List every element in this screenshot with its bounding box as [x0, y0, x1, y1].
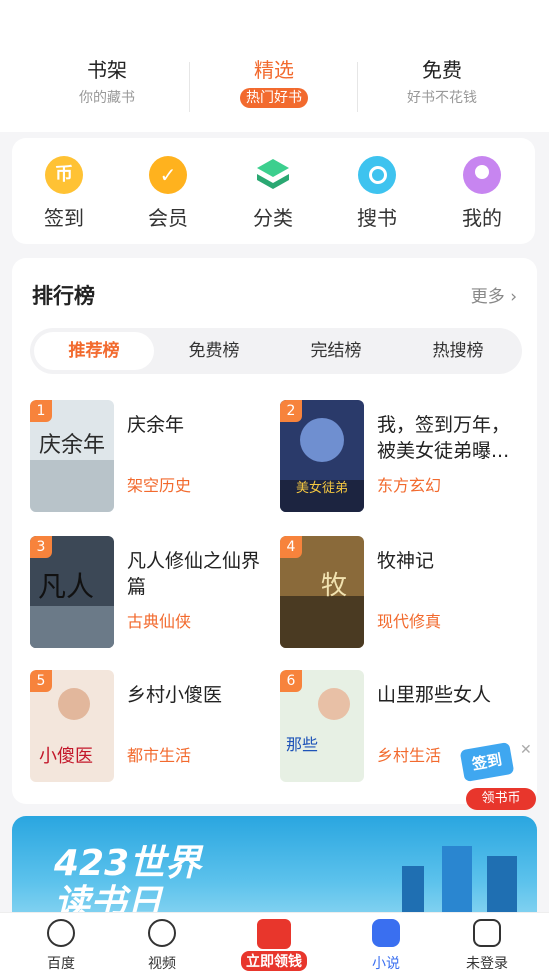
tab-featured[interactable]: 精选 热门好书 — [194, 56, 354, 108]
vip-icon — [149, 156, 187, 194]
tab-recommend[interactable]: 推荐榜 — [34, 332, 154, 370]
quick-nav-profile[interactable]: 我的 — [442, 156, 522, 231]
quick-nav-label: 签到 — [44, 206, 84, 230]
chevron-right-icon: › — [510, 287, 517, 307]
coin-icon — [45, 156, 83, 194]
tab-free-title: 免费 — [422, 58, 462, 82]
book-item[interactable]: 庆余年 1 庆余年 架空历史 — [30, 400, 270, 512]
nav-label: 未登录 — [466, 956, 508, 972]
nav-novel[interactable]: 小说 — [346, 919, 426, 973]
book-title: 山里那些女人 — [377, 684, 492, 706]
svg-text:美女徒弟: 美女徒弟 — [296, 480, 348, 496]
quick-nav-signin[interactable]: 签到 — [24, 156, 104, 231]
book-cover: 牧 4 — [280, 536, 364, 648]
tab-free[interactable]: 免费 好书不花钱 — [362, 56, 522, 108]
svg-text:凡人: 凡人 — [38, 570, 94, 603]
svg-text:牧: 牧 — [321, 571, 347, 601]
tab-free-rank[interactable]: 免费榜 — [154, 332, 274, 370]
red-envelope-icon — [257, 919, 291, 949]
rank-badge: 5 — [30, 670, 52, 692]
quick-nav-card: 签到 会员 分类 搜书 我的 — [12, 138, 535, 244]
book-cover: 小傻医 5 — [30, 670, 114, 782]
book-genre: 东方玄幻 — [377, 476, 442, 495]
nav-earn-money[interactable]: 立即领钱 — [234, 919, 314, 971]
tab-bookshelf[interactable]: 书架 你的藏书 — [27, 56, 187, 108]
tab-featured-subtitle: 热门好书 — [240, 88, 308, 108]
svg-text:庆余年: 庆余年 — [39, 433, 105, 458]
quick-nav-category[interactable]: 分类 — [233, 156, 313, 231]
close-icon[interactable]: ✕ — [520, 742, 532, 758]
promo-banner[interactable]: 423世界 读书日 — [12, 816, 537, 926]
nav-label: 小说 — [372, 956, 400, 972]
quick-nav-search[interactable]: 搜书 — [337, 156, 417, 231]
book-genre: 古典仙侠 — [127, 612, 192, 631]
profile-icon — [463, 156, 501, 194]
category-icon — [254, 156, 292, 194]
tab-featured-title: 精选 — [254, 58, 294, 82]
ranking-tabs: 推荐榜 免费榜 完结榜 热搜榜 — [30, 328, 522, 374]
baidu-icon — [47, 919, 75, 947]
nav-baidu[interactable]: 百度 — [21, 919, 101, 973]
banner-line1: 423世界 — [54, 843, 202, 884]
svg-text:那些: 那些 — [286, 735, 318, 754]
book-item[interactable]: 美女徒弟 2 我，签到万年，被美女徒弟曝... 东方玄幻 — [280, 400, 520, 512]
tab-divider — [357, 62, 358, 112]
nav-login[interactable]: 未登录 — [447, 919, 527, 973]
rank-badge: 6 — [280, 670, 302, 692]
ranking-more-link[interactable]: 更多 › — [471, 282, 517, 307]
book-genre: 都市生活 — [127, 746, 192, 765]
book-title: 乡村小傻医 — [127, 684, 223, 706]
play-icon — [148, 919, 176, 947]
tab-bookshelf-subtitle: 你的藏书 — [79, 90, 135, 106]
book-genre: 现代修真 — [377, 612, 442, 631]
nav-label: 百度 — [47, 956, 75, 972]
rank-badge: 1 — [30, 400, 52, 422]
book-genre: 乡村生活 — [377, 746, 442, 765]
book-title: 庆余年 — [127, 414, 185, 436]
top-tab-bar: 书架 你的藏书 精选 热门好书 免费 好书不花钱 — [0, 0, 549, 132]
ranking-more-label: 更多 — [470, 287, 505, 307]
quick-nav-vip[interactable]: 会员 — [128, 156, 208, 231]
coin-label: 领书币 — [466, 788, 536, 810]
quick-nav-label: 分类 — [253, 206, 293, 230]
nav-video[interactable]: 视频 — [122, 919, 202, 973]
book-item[interactable]: 小傻医 5 乡村小傻医 都市生活 — [30, 670, 270, 782]
rank-badge: 2 — [280, 400, 302, 422]
book-cover: 凡人 3 — [30, 536, 114, 648]
tab-hot-search[interactable]: 热搜榜 — [398, 332, 518, 370]
book-title: 凡人修仙之仙界篇 — [127, 550, 261, 598]
quick-nav-label: 搜书 — [357, 206, 397, 230]
book-icon — [372, 919, 400, 947]
nav-label: 立即领钱 — [241, 951, 307, 971]
book-cover: 那些 6 — [280, 670, 364, 782]
tab-free-subtitle: 好书不花钱 — [407, 90, 477, 106]
user-icon — [473, 919, 501, 947]
search-icon — [358, 156, 396, 194]
quick-nav-label: 会员 — [148, 206, 188, 230]
ranking-title: 排行榜 — [32, 284, 95, 308]
book-cover: 庆余年 1 — [30, 400, 114, 512]
book-title: 牧神记 — [377, 550, 435, 572]
ranking-card: 排行榜 更多 › 推荐榜 免费榜 完结榜 热搜榜 庆余年 1 庆余年 架空历史 … — [12, 258, 537, 804]
tab-bookshelf-title: 书架 — [87, 58, 127, 82]
nav-label: 视频 — [148, 956, 176, 972]
tab-completed[interactable]: 完结榜 — [276, 332, 396, 370]
signin-bubble: 签到 — [459, 741, 515, 783]
book-item[interactable]: 凡人 3 凡人修仙之仙界篇 古典仙侠 — [30, 536, 270, 648]
svg-text:小傻医: 小傻医 — [39, 746, 93, 767]
book-item[interactable]: 牧 4 牧神记 现代修真 — [280, 536, 520, 648]
book-title: 我，签到万年，被美女徒弟曝... — [377, 414, 511, 462]
book-cover: 美女徒弟 2 — [280, 400, 364, 512]
book-genre: 架空历史 — [127, 476, 192, 495]
quick-nav-label: 我的 — [462, 206, 502, 230]
rank-badge: 3 — [30, 536, 52, 558]
tab-divider — [189, 62, 190, 112]
rank-badge: 4 — [280, 536, 302, 558]
bottom-nav: 百度 视频 立即领钱 小说 未登录 — [0, 912, 549, 976]
